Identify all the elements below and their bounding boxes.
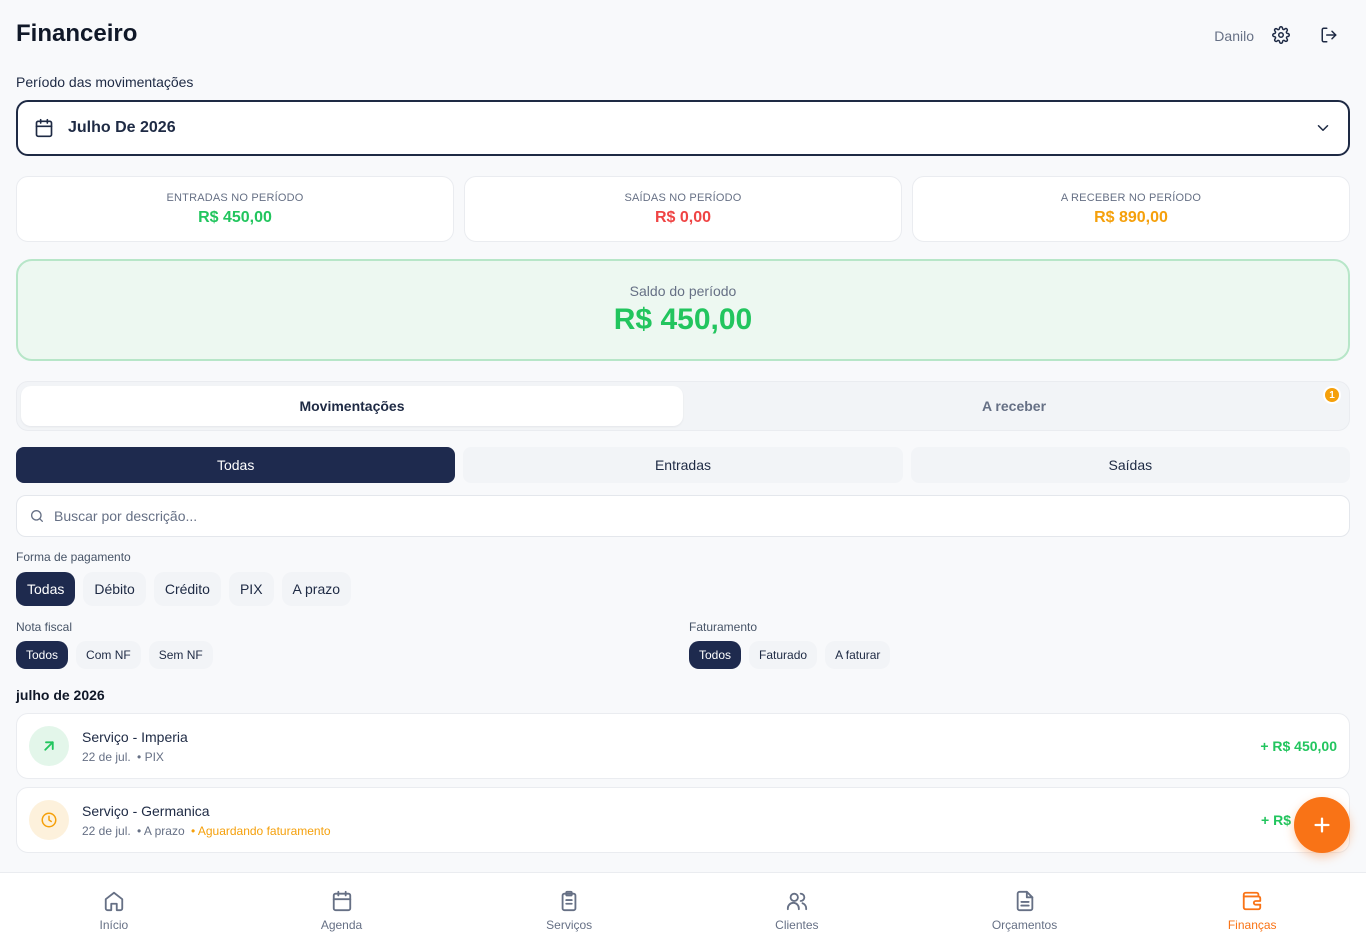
users-icon — [786, 892, 807, 911]
tab-a-receber-label: A receber — [981, 398, 1047, 414]
balance-label: Saldo do período — [629, 283, 737, 299]
bottom-nav: Início Agenda Serviços Clientes Orçament… — [0, 872, 1366, 949]
income-card: ENTRADAS NO PERÍODO R$ 450,00 — [16, 176, 454, 242]
transaction-amount: + R$ 450,00 — [1260, 738, 1337, 754]
view-tabs: Movimentações A receber 1 — [16, 381, 1350, 431]
receivable-label: A RECEBER NO PERÍODO — [1060, 191, 1202, 204]
receivable-value: R$ 890,00 — [1094, 208, 1168, 226]
payment-filter: Todas Débito Crédito PIX A prazo — [16, 572, 352, 606]
invoice-filter: Todos Com NF Sem NF — [16, 641, 213, 669]
nav-label: Clientes — [775, 918, 819, 932]
expense-label: SAÍDAS NO PERÍODO — [624, 191, 742, 204]
calendar-icon — [35, 118, 53, 138]
tab-movimentacoes[interactable]: Movimentações — [21, 386, 683, 426]
transaction-method: • PIX — [137, 749, 164, 764]
transaction-row[interactable]: Serviço - Germanica 22 de jul. • A prazo… — [16, 787, 1350, 853]
payment-debito[interactable]: Débito — [83, 572, 146, 606]
transaction-row[interactable]: Serviço - Imperia 22 de jul. • PIX + R$ … — [16, 713, 1350, 779]
transaction-method: • A prazo — [137, 823, 185, 838]
period-value: Julho De 2026 — [68, 119, 176, 136]
search-box — [16, 495, 1350, 537]
nav-financas[interactable]: Finanças — [1138, 873, 1366, 949]
billing-a-faturar[interactable]: A faturar — [825, 641, 891, 669]
wallet-icon — [1243, 891, 1262, 911]
transaction-meta: 22 de jul. • PIX — [82, 750, 1260, 764]
nav-label: Finanças — [1227, 918, 1277, 932]
user-name[interactable]: Danilo — [1214, 28, 1254, 44]
calendar-icon — [332, 890, 351, 912]
expense-card: SAÍDAS NO PERÍODO R$ 0,00 — [464, 176, 902, 242]
summary-cards: ENTRADAS NO PERÍODO R$ 450,00 SAÍDAS NO … — [16, 176, 1350, 242]
billing-faturado[interactable]: Faturado — [749, 641, 818, 669]
balance-value: R$ 450,00 — [613, 303, 753, 336]
transaction-meta: 22 de jul. • A prazo • Aguardando fatura… — [82, 824, 1261, 838]
plus-icon — [1314, 817, 1330, 833]
add-transaction-button[interactable] — [1294, 797, 1350, 853]
type-filter: Todas Entradas Saídas — [16, 447, 1350, 483]
nav-label: Serviços — [546, 918, 593, 932]
nav-agenda[interactable]: Agenda — [228, 873, 456, 949]
billing-filter: Todos Faturado A faturar — [689, 641, 891, 669]
payment-filter-label: Forma de pagamento — [16, 550, 131, 564]
transaction-date: 22 de jul. — [82, 749, 131, 764]
page-title: Financeiro — [16, 20, 138, 47]
transaction-amount: + R$ — [1261, 812, 1291, 828]
nav-clientes[interactable]: Clientes — [683, 873, 911, 949]
transaction-date: 22 de jul. — [82, 823, 131, 838]
logout-icon[interactable] — [1320, 26, 1338, 44]
search-input[interactable] — [54, 508, 1337, 524]
billing-todos[interactable]: Todos — [689, 641, 742, 669]
receivable-card: A RECEBER NO PERÍODO R$ 890,00 — [912, 176, 1350, 242]
filter-saidas[interactable]: Saídas — [910, 447, 1350, 483]
nav-servicos[interactable]: Serviços — [455, 873, 683, 949]
billing-filter-label: Faturamento — [689, 620, 758, 634]
invoice-com-nf[interactable]: Com NF — [76, 641, 141, 669]
transaction-status: • Aguardando faturamento — [190, 823, 331, 838]
filter-entradas[interactable]: Entradas — [463, 447, 903, 483]
invoice-filter-label: Nota fiscal — [16, 620, 73, 634]
period-label: Período das movimentações — [16, 74, 194, 90]
payment-credito[interactable]: Crédito — [153, 572, 221, 606]
chevron-down-icon — [1317, 125, 1329, 131]
invoice-todos[interactable]: Todos — [16, 641, 69, 669]
nav-label: Orçamentos — [991, 918, 1058, 932]
balance-card: Saldo do período R$ 450,00 — [16, 259, 1350, 361]
income-value: R$ 450,00 — [198, 208, 272, 226]
count-badge: 1 — [1323, 386, 1341, 404]
home-icon — [104, 891, 123, 912]
nav-label: Início — [99, 918, 129, 932]
period-select[interactable]: Julho De 2026 — [16, 100, 1350, 156]
search-icon — [31, 510, 43, 522]
nav-label: Agenda — [320, 918, 363, 932]
app-header: Financeiro Danilo — [0, 0, 1366, 70]
payment-pix[interactable]: PIX — [228, 572, 274, 606]
clipboard-icon — [561, 890, 577, 912]
income-label: ENTRADAS NO PERÍODO — [166, 191, 304, 204]
tab-a-receber[interactable]: A receber 1 — [683, 386, 1345, 426]
nav-orcamentos[interactable]: Orçamentos — [911, 873, 1139, 949]
arrow-up-right-icon — [29, 726, 69, 766]
invoice-sem-nf[interactable]: Sem NF — [148, 641, 213, 669]
transaction-title: Serviço - Imperia — [82, 728, 188, 745]
clock-icon — [29, 800, 69, 840]
payment-a-prazo[interactable]: A prazo — [281, 572, 352, 606]
gear-icon[interactable] — [1272, 26, 1290, 44]
document-icon — [1016, 890, 1033, 912]
payment-todas[interactable]: Todas — [16, 572, 76, 606]
nav-inicio[interactable]: Início — [0, 873, 228, 949]
filter-todas[interactable]: Todas — [16, 447, 456, 483]
transaction-title: Serviço - Germanica — [82, 802, 210, 819]
month-group-title: julho de 2026 — [16, 687, 105, 703]
expense-value: R$ 0,00 — [654, 208, 712, 226]
